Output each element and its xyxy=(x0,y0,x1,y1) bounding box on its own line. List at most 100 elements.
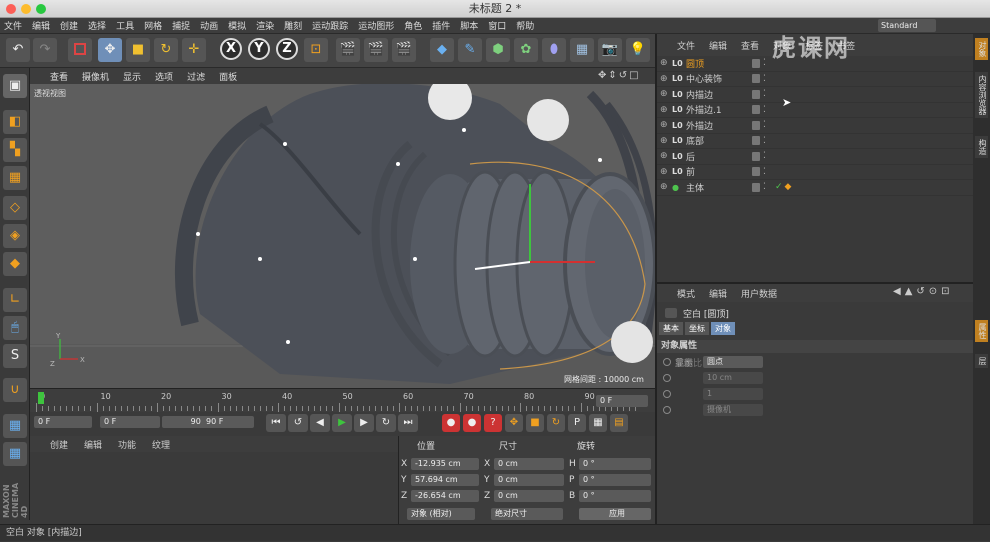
render-picture-viewer-icon[interactable]: 🎬 xyxy=(364,38,388,62)
viewport-menu-4[interactable]: 过滤 xyxy=(187,70,205,83)
object-name[interactable]: 前 xyxy=(686,165,742,178)
object-name[interactable]: 后 xyxy=(686,150,742,163)
menu-2[interactable]: 创建 xyxy=(60,19,78,32)
scale-tool-icon[interactable]: ■ xyxy=(126,38,150,62)
material-menu-0[interactable]: 创建 xyxy=(50,438,68,451)
visibility-toggle[interactable] xyxy=(752,58,760,68)
goto-end-icon[interactable]: ⏭ xyxy=(398,414,418,432)
minimize-window-button[interactable] xyxy=(21,4,31,14)
enabled-check-icon[interactable]: ✓ xyxy=(775,182,783,192)
key-scale-icon[interactable]: ■ xyxy=(526,414,544,432)
render-dots-icon[interactable]: ⁚ xyxy=(763,182,771,192)
next-frame-icon[interactable]: ▶ xyxy=(354,414,374,432)
attr-value-field[interactable]: 圆点 xyxy=(703,356,763,368)
expand-icon[interactable]: ⊕ xyxy=(660,58,672,68)
key-rotation-icon[interactable]: ↻ xyxy=(547,414,565,432)
expand-icon[interactable]: ⊕ xyxy=(660,105,672,115)
viewport-nav-icons[interactable]: ✥⇕↺□ xyxy=(598,68,653,84)
expand-icon[interactable]: ⊕ xyxy=(660,89,672,99)
render-dots-icon[interactable]: ⁚ xyxy=(763,136,771,146)
coord-apply-button[interactable]: 应用 xyxy=(579,508,651,520)
coord-pos-y-field[interactable]: 57.694 cm xyxy=(411,474,479,486)
object-row[interactable]: ⊕ L0 底部 ⁚ xyxy=(657,134,975,149)
dock-tab-2[interactable]: 构造 xyxy=(975,136,988,158)
attr-menu-0[interactable]: 模式 xyxy=(677,287,695,300)
attr-value-field[interactable]: 1 xyxy=(703,388,763,400)
object-name[interactable]: 外描边 xyxy=(686,119,742,132)
render-dots-icon[interactable]: ⁚ xyxy=(763,89,771,99)
deformer-icon[interactable]: ⬮ xyxy=(542,38,566,62)
floor-icon[interactable]: ▦ xyxy=(570,38,594,62)
visibility-toggle[interactable] xyxy=(752,105,760,115)
expand-icon[interactable]: ⊕ xyxy=(660,136,672,146)
menu-14[interactable]: 插件 xyxy=(432,19,450,32)
coord-rot-b-field[interactable]: 0 ° xyxy=(579,490,651,502)
visibility-toggle[interactable] xyxy=(752,89,760,99)
menu-9[interactable]: 渲染 xyxy=(256,19,274,32)
menu-4[interactable]: 工具 xyxy=(116,19,134,32)
menu-8[interactable]: 模拟 xyxy=(228,19,246,32)
visibility-toggle[interactable] xyxy=(752,136,760,146)
select-tool-icon[interactable] xyxy=(68,38,92,62)
visibility-toggle[interactable] xyxy=(752,120,760,130)
goto-start-icon[interactable]: ⏮ xyxy=(266,414,286,432)
coord-rot-h-field[interactable]: 0 ° xyxy=(579,458,651,470)
keyframe-selection-icon[interactable]: ? xyxy=(484,414,502,432)
y-axis-lock-icon[interactable]: Y xyxy=(248,38,270,60)
close-window-button[interactable] xyxy=(6,4,16,14)
expand-icon[interactable]: ⊕ xyxy=(660,74,672,84)
object-menu-1[interactable]: 编辑 xyxy=(709,39,727,52)
attr-radio[interactable] xyxy=(663,374,671,382)
object-name[interactable]: 中心装饰 xyxy=(686,72,742,85)
subdivision-generator-icon[interactable]: ⬢ xyxy=(486,38,510,62)
render-dots-icon[interactable]: ⁚ xyxy=(763,120,771,130)
menu-16[interactable]: 窗口 xyxy=(488,19,506,32)
dock-tab-1[interactable]: 内容浏览器 xyxy=(975,72,988,118)
autokey-icon[interactable]: ● xyxy=(463,414,481,432)
attr-radio[interactable] xyxy=(663,358,671,366)
object-row[interactable]: ⊕ L0 外描边.1 ⁚ xyxy=(657,103,975,118)
redo-icon[interactable]: ↷ xyxy=(33,38,57,62)
prev-key-icon[interactable]: ↺ xyxy=(288,414,308,432)
visibility-toggle[interactable] xyxy=(752,74,760,84)
points-mode-icon[interactable]: ◇ xyxy=(3,196,27,220)
coord-mode-select[interactable]: 对象 (相对) xyxy=(407,508,475,520)
coord-size-x-field[interactable]: 0 cm xyxy=(494,458,564,470)
z-axis-lock-icon[interactable]: Z xyxy=(276,38,298,60)
attr-radio[interactable] xyxy=(663,390,671,398)
object-name[interactable]: 主体 xyxy=(686,181,742,194)
coord-size-z-field[interactable]: 0 cm xyxy=(494,490,564,502)
render-dots-icon[interactable]: ⁚ xyxy=(763,58,771,68)
render-dots-icon[interactable]: ⁚ xyxy=(763,105,771,115)
lock-workplane-icon[interactable]: ▦ xyxy=(3,414,27,438)
next-key-icon[interactable]: ↻ xyxy=(376,414,396,432)
visibility-toggle[interactable] xyxy=(752,151,760,161)
attr-value-field[interactable]: 摄像机 xyxy=(703,404,763,416)
tweak-mode-icon[interactable]: 🖱 xyxy=(3,316,27,340)
snap-toggle-icon[interactable]: S xyxy=(3,344,27,368)
planar-workplane-icon[interactable]: ▦ xyxy=(3,442,27,466)
visibility-toggle[interactable] xyxy=(752,182,760,192)
viewport-menu-5[interactable]: 面板 xyxy=(219,70,237,83)
menu-11[interactable]: 运动跟踪 xyxy=(312,19,348,32)
perspective-viewport[interactable]: Y X Z 透视视图 网格间距 : 10000 cm xyxy=(30,84,655,388)
zoom-window-button[interactable] xyxy=(36,4,46,14)
pen-spline-icon[interactable]: ✎ xyxy=(458,38,482,62)
attr-menu-2[interactable]: 用户数据 xyxy=(741,287,777,300)
object-menu-2[interactable]: 查看 xyxy=(741,39,759,52)
expand-icon[interactable]: ⊕ xyxy=(660,120,672,130)
key-pla-icon[interactable]: ▦ xyxy=(589,414,607,432)
coord-pos-x-field[interactable]: -12.935 cm xyxy=(411,458,479,470)
object-menu-0[interactable]: 文件 xyxy=(677,39,695,52)
attr-value-field[interactable]: 10 cm xyxy=(703,372,763,384)
end-frame-field[interactable]: 0 F xyxy=(596,395,648,407)
menu-0[interactable]: 文件 xyxy=(4,19,22,32)
play-icon[interactable]: ▶ xyxy=(332,414,352,432)
prev-frame-icon[interactable]: ◀ xyxy=(310,414,330,432)
dock-tab-3[interactable]: 属性 xyxy=(975,320,988,342)
menu-15[interactable]: 脚本 xyxy=(460,19,478,32)
make-editable-icon[interactable]: ▣ xyxy=(3,74,27,98)
rotate-tool-icon[interactable]: ↻ xyxy=(154,38,178,62)
coordinate-system-icon[interactable]: ⊡ xyxy=(304,38,328,62)
coord-rot-p-field[interactable]: 0 ° xyxy=(579,474,651,486)
